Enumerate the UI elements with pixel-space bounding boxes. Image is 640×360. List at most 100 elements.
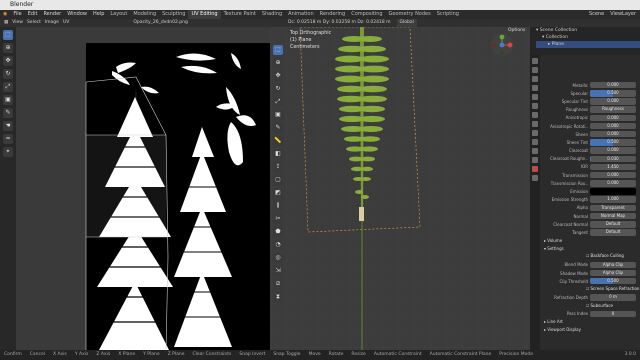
inset-icon[interactable]: ▢	[273, 175, 283, 185]
collection-row[interactable]: ▾ Collection	[536, 34, 640, 41]
rotate-tool-icon[interactable]: ↻	[3, 69, 13, 79]
constraints-tab-icon[interactable]	[532, 148, 538, 154]
property-value-field[interactable]: Default	[590, 229, 636, 236]
tab-layout[interactable]: Layout	[107, 10, 130, 19]
menu-window[interactable]: Window	[64, 10, 90, 19]
add-cube-icon[interactable]: ◧	[273, 149, 283, 159]
spin-icon[interactable]: ◔	[273, 240, 283, 250]
menu-help[interactable]: Help	[90, 10, 107, 19]
property-value-field[interactable]: 1.450	[590, 163, 636, 171]
menu-render[interactable]: Render	[40, 10, 64, 19]
measure-icon[interactable]: 📏	[273, 136, 283, 146]
tab-animation[interactable]: Animation	[285, 10, 317, 19]
select-tool-icon[interactable]: ⬚	[3, 30, 13, 40]
viewport-options[interactable]: Options	[508, 28, 525, 33]
volume-section[interactable]: ▸ Volume	[530, 237, 640, 245]
property-value-field[interactable]: 0.000	[590, 147, 636, 154]
modifier-tab-icon[interactable]	[532, 121, 538, 127]
tab-scripting[interactable]: Scripting	[434, 10, 462, 19]
property-value-field[interactable]: 0.000	[590, 180, 636, 187]
render-tab-icon[interactable]	[532, 67, 538, 73]
scene-tab-icon[interactable]	[532, 94, 538, 100]
property-value-field[interactable]: 0.500	[590, 139, 636, 146]
image-selector[interactable]: Opacity_26_dvdn02.png	[133, 19, 187, 27]
settings-section[interactable]: ▾ Settings	[530, 245, 640, 253]
pinch-tool-icon[interactable]: ⌖	[3, 147, 13, 157]
property-value-field[interactable]: Transparent	[590, 204, 636, 212]
plane-row[interactable]: ▸ Plane	[536, 41, 640, 48]
shrink-icon[interactable]: ⇲	[273, 266, 283, 276]
property-value-field[interactable]: 0.000	[590, 98, 636, 105]
menu-edit[interactable]: Edit	[25, 10, 41, 19]
blender-logo-icon[interactable]: ◉	[0, 10, 10, 19]
shear-icon[interactable]: ⧄	[273, 279, 283, 289]
settings-value[interactable]: 0 m	[590, 294, 636, 301]
tab-shading[interactable]: Shading	[259, 10, 285, 19]
tool-tab-icon[interactable]	[532, 58, 538, 64]
property-value-field[interactable]: 0.500	[590, 90, 636, 97]
property-value-field[interactable]: Default	[590, 221, 636, 228]
world-tab-icon[interactable]	[532, 103, 538, 109]
tab-compositing[interactable]: Compositing	[348, 10, 385, 19]
settings-value[interactable]: 0.500	[590, 277, 636, 285]
orientation-selector[interactable]: Global	[396, 19, 417, 27]
viewport-display-section[interactable]: ▸ Viewport Display	[530, 326, 640, 334]
settings-value[interactable]: ☐ Subsurface Translucency	[586, 303, 640, 310]
transform-tool-icon[interactable]: ▣	[3, 95, 13, 105]
annotate-tool-icon[interactable]: ✎	[3, 108, 13, 118]
output-tab-icon[interactable]	[532, 76, 538, 82]
physics-tab-icon[interactable]	[532, 139, 538, 145]
uv-menu-uv[interactable]: UV	[63, 19, 69, 27]
loop-cut-icon[interactable]: ⫼	[273, 201, 283, 211]
tab-sculpting[interactable]: Sculpting	[159, 10, 188, 19]
menu-file[interactable]: File	[10, 10, 24, 19]
transform-icon[interactable]: ▣	[273, 110, 283, 120]
view-layer-selector[interactable]: ViewLayer	[610, 10, 636, 19]
particles-tab-icon[interactable]	[532, 130, 538, 136]
settings-value[interactable]: Alpha Clip	[590, 261, 636, 269]
property-value-field[interactable]: 0.000	[590, 81, 636, 89]
settings-value[interactable]: 0	[590, 310, 636, 318]
line-art-section[interactable]: ▸ Line Art	[530, 318, 640, 326]
uv-image-area[interactable]	[16, 27, 270, 350]
property-value-field[interactable]: Normal Map	[590, 212, 636, 220]
bevel-icon[interactable]: ◩	[273, 188, 283, 198]
scale-tool-icon[interactable]: ⤢	[3, 82, 13, 92]
extrude-icon[interactable]: ⇪	[273, 162, 283, 172]
property-value-field[interactable]: Roughness	[590, 106, 636, 113]
grab-tool-icon[interactable]: ☚	[3, 121, 13, 131]
select-box-icon[interactable]: ⬚	[273, 45, 283, 55]
scale-icon[interactable]: ⤢	[273, 97, 283, 107]
annotate-icon[interactable]: ✎	[273, 123, 283, 133]
uv-menu-select[interactable]: Select	[27, 19, 41, 27]
cursor-icon[interactable]: ⊕	[273, 58, 283, 68]
settings-value[interactable]: Alpha Clip	[590, 269, 636, 277]
knife-icon[interactable]: ✂	[273, 214, 283, 224]
settings-value[interactable]: ☐ Screen Space Refraction	[586, 286, 640, 293]
move-icon[interactable]: ✥	[273, 71, 283, 81]
rip-icon[interactable]: ⧗	[273, 292, 283, 302]
poly-build-icon[interactable]: ⬟	[273, 227, 283, 237]
property-value-field[interactable]: 0.000	[590, 130, 636, 138]
property-value-field[interactable]	[590, 188, 636, 195]
3d-viewport[interactable]	[270, 27, 530, 350]
scene-collection-row[interactable]: ▾ Scene Collection	[536, 27, 640, 34]
cursor-tool-icon[interactable]: ⊕	[3, 43, 13, 53]
smooth-icon[interactable]: ◎	[273, 253, 283, 263]
relax-tool-icon[interactable]: ≈	[3, 134, 13, 144]
tab-rendering[interactable]: Rendering	[317, 10, 349, 19]
property-value-field[interactable]: 1.000	[590, 196, 636, 203]
object-tab-icon[interactable]	[532, 112, 538, 118]
settings-value[interactable]: ☐ Backface Culling	[586, 253, 640, 260]
property-value-field[interactable]: 0.000	[590, 171, 636, 179]
scene-selector[interactable]: Scene	[589, 10, 604, 19]
property-value-field[interactable]: 0.000	[590, 114, 636, 122]
editor-type-icon[interactable]: ▦	[4, 19, 8, 27]
tab-geometry-nodes[interactable]: Geometry Nodes	[386, 10, 434, 19]
property-value-field[interactable]: 0.030	[590, 155, 636, 163]
tab-uv-editing[interactable]: UV Editing	[188, 10, 221, 19]
move-tool-icon[interactable]: ✥	[3, 56, 13, 66]
tab-modeling[interactable]: Modeling	[130, 10, 159, 19]
tab-texture-paint[interactable]: Texture Paint	[221, 10, 259, 19]
rotate-icon[interactable]: ↻	[273, 84, 283, 94]
